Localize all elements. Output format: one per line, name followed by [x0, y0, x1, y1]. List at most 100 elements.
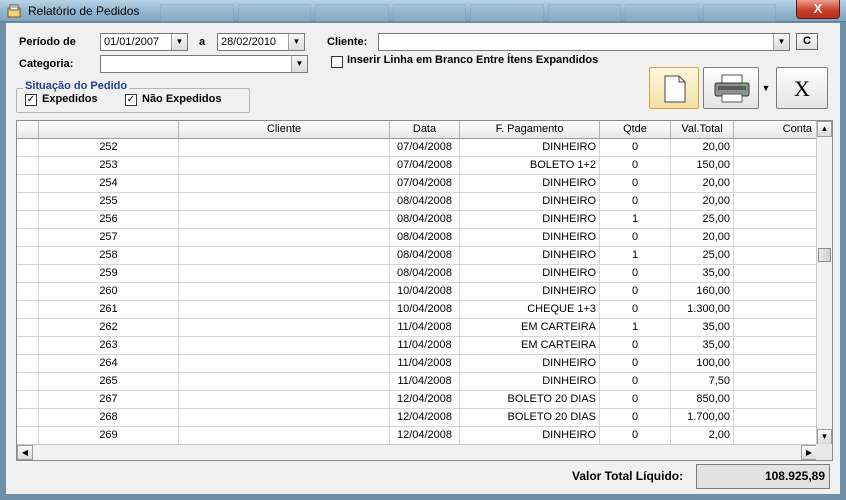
order-number-cell: 264	[39, 355, 179, 372]
order-number-cell: 256	[39, 211, 179, 228]
table-row[interactable]: 263 11/04/2008 EM CARTEIRA 0 35,00	[17, 337, 817, 355]
expedidos-checkbox[interactable]: ✓	[25, 94, 37, 106]
column-header-cliente[interactable]: Cliente	[179, 121, 390, 138]
row-indicator	[17, 139, 39, 156]
horizontal-scrollbar[interactable]: ◀ ▶	[17, 444, 817, 460]
print-button[interactable]	[703, 67, 759, 109]
total-cell: 20,00	[671, 175, 734, 192]
window-close-button[interactable]: X	[796, 0, 840, 19]
cliente-label: Cliente:	[327, 36, 368, 48]
qtde-cell: 1	[600, 247, 671, 264]
chevron-down-icon[interactable]: ▼	[288, 34, 304, 50]
table-row[interactable]: 269 12/04/2008 DINHEIRO 0 2,00	[17, 427, 817, 445]
scroll-corner	[816, 444, 832, 460]
table-row[interactable]: 252 07/04/2008 DINHEIRO 0 20,00	[17, 139, 817, 157]
date-cell: 11/04/2008	[390, 355, 460, 372]
table-row[interactable]: 267 12/04/2008 BOLETO 20 DIAS 0 850,00	[17, 391, 817, 409]
clear-cliente-button[interactable]: C	[796, 33, 818, 50]
close-icon: X	[794, 76, 810, 101]
blank-line-checkbox[interactable]	[331, 56, 343, 68]
qtde-cell: 0	[600, 229, 671, 246]
cliente-cell	[179, 409, 390, 426]
scroll-down-icon[interactable]: ▼	[817, 429, 832, 445]
total-cell: 150,00	[671, 157, 734, 174]
chevron-down-icon[interactable]: ▼	[773, 34, 789, 50]
qtde-cell: 0	[600, 355, 671, 372]
column-header[interactable]	[39, 121, 179, 138]
date-cell: 08/04/2008	[390, 247, 460, 264]
scroll-thumb[interactable]	[818, 248, 831, 262]
column-header-valtotal[interactable]: Val.Total	[671, 121, 734, 138]
payment-cell: DINHEIRO	[460, 229, 600, 246]
total-cell: 850,00	[671, 391, 734, 408]
close-report-button[interactable]: X	[776, 67, 828, 109]
row-indicator	[17, 337, 39, 354]
date-to-picker[interactable]: 28/02/2010 ▼	[217, 33, 305, 51]
nao-expedidos-checkbox[interactable]: ✓	[125, 94, 137, 106]
order-number-cell: 263	[39, 337, 179, 354]
blank-line-label: Inserir Linha em Branco Entre Ítens Expa…	[347, 54, 599, 66]
scroll-up-icon[interactable]: ▲	[817, 121, 832, 137]
chevron-down-icon[interactable]: ▼	[291, 56, 307, 72]
new-report-button[interactable]	[649, 67, 699, 109]
cliente-cell	[179, 391, 390, 408]
payment-cell: BOLETO 20 DIAS	[460, 391, 600, 408]
scroll-right-icon[interactable]: ▶	[801, 445, 817, 460]
conta-cell	[734, 283, 817, 300]
order-number-cell: 268	[39, 409, 179, 426]
table-row[interactable]: 264 11/04/2008 DINHEIRO 0 100,00	[17, 355, 817, 373]
vertical-scrollbar[interactable]: ▲ ▼	[816, 121, 832, 445]
table-row[interactable]: 255 08/04/2008 DINHEIRO 0 20,00	[17, 193, 817, 211]
categoria-combo[interactable]: ▼	[100, 55, 308, 73]
table-row[interactable]: 254 07/04/2008 DINHEIRO 0 20,00	[17, 175, 817, 193]
column-header[interactable]	[17, 121, 39, 138]
conta-cell	[734, 355, 817, 372]
table-row[interactable]: 262 11/04/2008 EM CARTEIRA 1 35,00	[17, 319, 817, 337]
chevron-down-icon[interactable]: ▼	[171, 34, 187, 50]
table-row[interactable]: 256 08/04/2008 DINHEIRO 1 25,00	[17, 211, 817, 229]
column-header-pagamento[interactable]: F. Pagamento	[460, 121, 600, 138]
table-row[interactable]: 253 07/04/2008 BOLETO 1+2 0 150,00	[17, 157, 817, 175]
qtde-cell: 0	[600, 175, 671, 192]
conta-cell	[734, 265, 817, 282]
background-tabs	[160, 4, 776, 22]
conta-cell	[734, 337, 817, 354]
table-row[interactable]: 265 11/04/2008 DINHEIRO 0 7,50	[17, 373, 817, 391]
date-from-picker[interactable]: 01/01/2007 ▼	[100, 33, 188, 51]
qtde-cell: 0	[600, 409, 671, 426]
date-separator: a	[199, 36, 206, 48]
scroll-left-icon[interactable]: ◀	[17, 445, 33, 460]
orders-grid[interactable]: Cliente Data F. Pagamento Qtde Val.Total…	[16, 120, 833, 461]
conta-cell	[734, 319, 817, 336]
column-header-qtde[interactable]: Qtde	[600, 121, 671, 138]
conta-cell	[734, 301, 817, 318]
table-row[interactable]: 260 10/04/2008 DINHEIRO 0 160,00	[17, 283, 817, 301]
date-cell: 07/04/2008	[390, 157, 460, 174]
qtde-cell: 0	[600, 157, 671, 174]
payment-cell: BOLETO 20 DIAS	[460, 409, 600, 426]
table-row[interactable]: 268 12/04/2008 BOLETO 20 DIAS 0 1.700,00	[17, 409, 817, 427]
payment-cell: EM CARTEIRA	[460, 319, 600, 336]
order-number-cell: 255	[39, 193, 179, 210]
table-row[interactable]: 258 08/04/2008 DINHEIRO 1 25,00	[17, 247, 817, 265]
periodo-label: Período de	[19, 36, 76, 48]
conta-cell	[734, 247, 817, 264]
print-options-dropdown[interactable]: ▼	[760, 81, 772, 95]
dialog-client-area: Período de 01/01/2007 ▼ a 28/02/2010 ▼ C…	[6, 23, 840, 494]
column-header-conta[interactable]: Conta	[734, 121, 817, 138]
total-cell: 35,00	[671, 337, 734, 354]
table-row[interactable]: 259 08/04/2008 DINHEIRO 0 35,00	[17, 265, 817, 283]
row-indicator	[17, 283, 39, 300]
row-indicator	[17, 211, 39, 228]
payment-cell: EM CARTEIRA	[460, 337, 600, 354]
cliente-cell	[179, 193, 390, 210]
cliente-combo[interactable]: ▼	[378, 33, 790, 51]
cliente-cell	[179, 265, 390, 282]
conta-cell	[734, 139, 817, 156]
column-header-data[interactable]: Data	[390, 121, 460, 138]
order-number-cell: 261	[39, 301, 179, 318]
table-row[interactable]: 261 10/04/2008 CHEQUE 1+3 0 1.300,00	[17, 301, 817, 319]
table-row[interactable]: 257 08/04/2008 DINHEIRO 0 20,00	[17, 229, 817, 247]
order-number-cell: 253	[39, 157, 179, 174]
qtde-cell: 0	[600, 427, 671, 444]
